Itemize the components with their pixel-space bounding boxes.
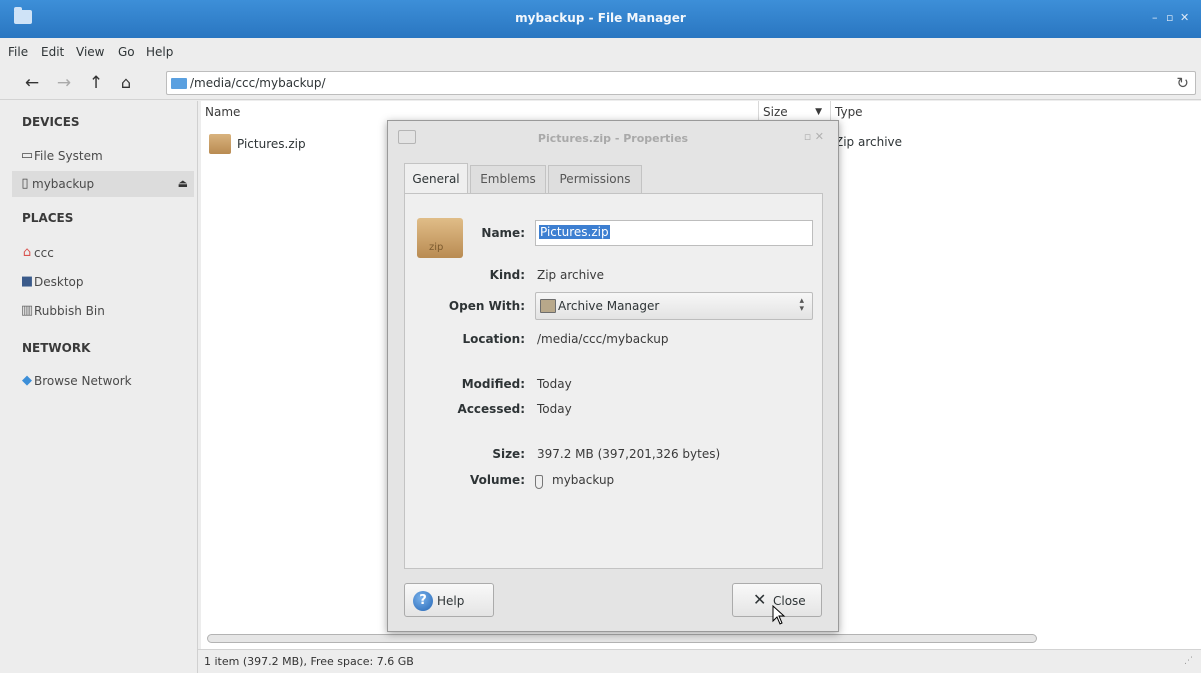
open-with-select[interactable]: Archive Manager ▴ ▾ xyxy=(535,292,813,320)
close-icon: ✕ xyxy=(753,590,767,609)
tab-permissions[interactable]: Permissions xyxy=(548,165,642,193)
file-name: Pictures.zip xyxy=(237,137,306,151)
tab-general[interactable]: General xyxy=(404,163,468,193)
window-titlebar: mybackup - File Manager – ▫ ✕ xyxy=(0,0,1201,38)
window-title: mybackup - File Manager xyxy=(515,11,686,25)
menu-view[interactable]: View xyxy=(76,45,104,59)
kind-label: Kind: xyxy=(489,268,525,282)
location-bar[interactable]: /media/ccc/mybackup/ ↻ xyxy=(166,71,1196,95)
horizontal-scrollbar[interactable] xyxy=(207,634,1037,643)
modified-label: Modified: xyxy=(461,377,525,391)
toolbar: ← → ↑ ⌂ /media/ccc/mybackup/ ↻ xyxy=(0,66,1201,100)
dialog-window-controls[interactable]: ▫ ✕ xyxy=(804,130,824,143)
maximize-button[interactable]: ▫ xyxy=(1166,11,1173,24)
archive-manager-icon xyxy=(540,299,556,313)
forward-arrow-icon[interactable]: → xyxy=(54,73,74,93)
usb-drive-icon xyxy=(535,475,543,489)
help-button-label: Help xyxy=(437,594,465,608)
menubar: File Edit View Go Help xyxy=(0,38,1201,66)
size-value: 397.2 MB (397,201,326 bytes) xyxy=(537,447,721,461)
home-icon[interactable]: ⌂ xyxy=(116,73,136,93)
name-field[interactable]: Pictures.zip xyxy=(535,220,813,246)
eject-icon[interactable]: ⏏ xyxy=(178,171,188,197)
kind-value: Zip archive xyxy=(537,268,605,282)
close-window-button[interactable]: ✕ xyxy=(1180,11,1189,24)
help-icon: ? xyxy=(413,591,433,611)
dialog-titlebar: Pictures.zip - Properties ▫ ✕ xyxy=(388,121,838,155)
volume-value: mybackup xyxy=(552,473,615,487)
sidebar-item-ccc[interactable]: ⌂ ccc xyxy=(14,240,196,266)
sidebar-item-desktop[interactable]: ■ Desktop xyxy=(14,269,196,295)
accessed-label: Accessed: xyxy=(457,402,525,416)
mouse-cursor-icon xyxy=(772,605,786,625)
modified-value: Today xyxy=(537,377,572,391)
desktop-icon: ■ xyxy=(20,274,34,289)
sidebar-item-rubbish-bin[interactable]: ▥ Rubbish Bin xyxy=(14,298,196,324)
file-type: Zip archive xyxy=(835,135,903,149)
sidebar-item-mybackup[interactable]: ▯ mybackup ⏏ xyxy=(12,171,194,197)
sidebar-item-label: ccc xyxy=(34,246,54,260)
open-with-label: Open With: xyxy=(448,299,525,313)
zip-icon-label: zip xyxy=(429,242,444,253)
sidebar-item-label: Desktop xyxy=(34,275,84,289)
sidebar-item-label: Browse Network xyxy=(34,374,132,388)
home-icon: ⌂ xyxy=(22,245,32,260)
menu-help[interactable]: Help xyxy=(146,45,173,59)
sidebar-header-places: PLACES xyxy=(22,211,74,225)
size-label: Size: xyxy=(492,447,525,461)
location-path[interactable]: /media/ccc/mybackup/ xyxy=(190,76,326,90)
help-button[interactable]: ? Help xyxy=(404,583,494,617)
drive-icon: ▭ xyxy=(20,148,34,163)
location-label: Location: xyxy=(462,332,525,346)
folder-icon xyxy=(171,78,187,89)
dialog-title: Pictures.zip - Properties xyxy=(537,132,689,145)
sidebar-item-file-system[interactable]: ▭ File System xyxy=(14,143,196,169)
sidebar-item-browse-network[interactable]: ◆ Browse Network xyxy=(14,368,196,394)
zip-file-icon xyxy=(209,134,231,154)
back-arrow-icon[interactable]: ← xyxy=(22,73,42,93)
tab-emblems[interactable]: Emblems xyxy=(470,165,546,193)
name-label: Name: xyxy=(481,226,525,240)
location-value: /media/ccc/mybackup xyxy=(537,332,669,346)
name-field-value: Pictures.zip xyxy=(539,225,610,239)
menu-file[interactable]: File xyxy=(8,45,28,59)
wifi-icon: ◆ xyxy=(22,373,32,388)
select-arrows-icon: ▴ ▾ xyxy=(799,296,804,314)
trash-icon: ▥ xyxy=(20,303,34,318)
reload-icon[interactable]: ↻ xyxy=(1176,74,1189,92)
column-header-type[interactable]: Type xyxy=(831,101,1201,123)
sidebar-header-devices: DEVICES xyxy=(22,115,80,129)
accessed-value: Today xyxy=(537,402,572,416)
volume-label: Volume: xyxy=(470,473,525,487)
sidebar-item-label: Rubbish Bin xyxy=(34,304,105,318)
menu-go[interactable]: Go xyxy=(118,45,135,59)
properties-dialog: Pictures.zip - Properties ▫ ✕ General Em… xyxy=(387,120,839,632)
sidebar-item-label: File System xyxy=(34,149,103,163)
up-arrow-icon[interactable]: ↑ xyxy=(86,73,106,93)
usb-drive-icon: ▯ xyxy=(21,176,29,191)
general-panel: zip Name: Pictures.zip Kind: Zip archive… xyxy=(404,193,823,569)
sidebar-header-network: NETWORK xyxy=(22,341,91,355)
open-with-value: Archive Manager xyxy=(558,299,660,313)
column-header-size-label: Size xyxy=(763,105,788,119)
menu-edit[interactable]: Edit xyxy=(41,45,64,59)
statusbar: 1 item (397.2 MB), Free space: 7.6 GB ⋰ xyxy=(198,649,1201,673)
sidebar-item-label: mybackup xyxy=(32,177,95,191)
status-text: 1 item (397.2 MB), Free space: 7.6 GB xyxy=(204,655,414,668)
minimize-button[interactable]: – xyxy=(1152,11,1158,24)
resize-grip-icon[interactable]: ⋰ xyxy=(1184,656,1193,666)
sidebar: DEVICES ▭ File System ▯ mybackup ⏏ PLACE… xyxy=(0,101,198,673)
